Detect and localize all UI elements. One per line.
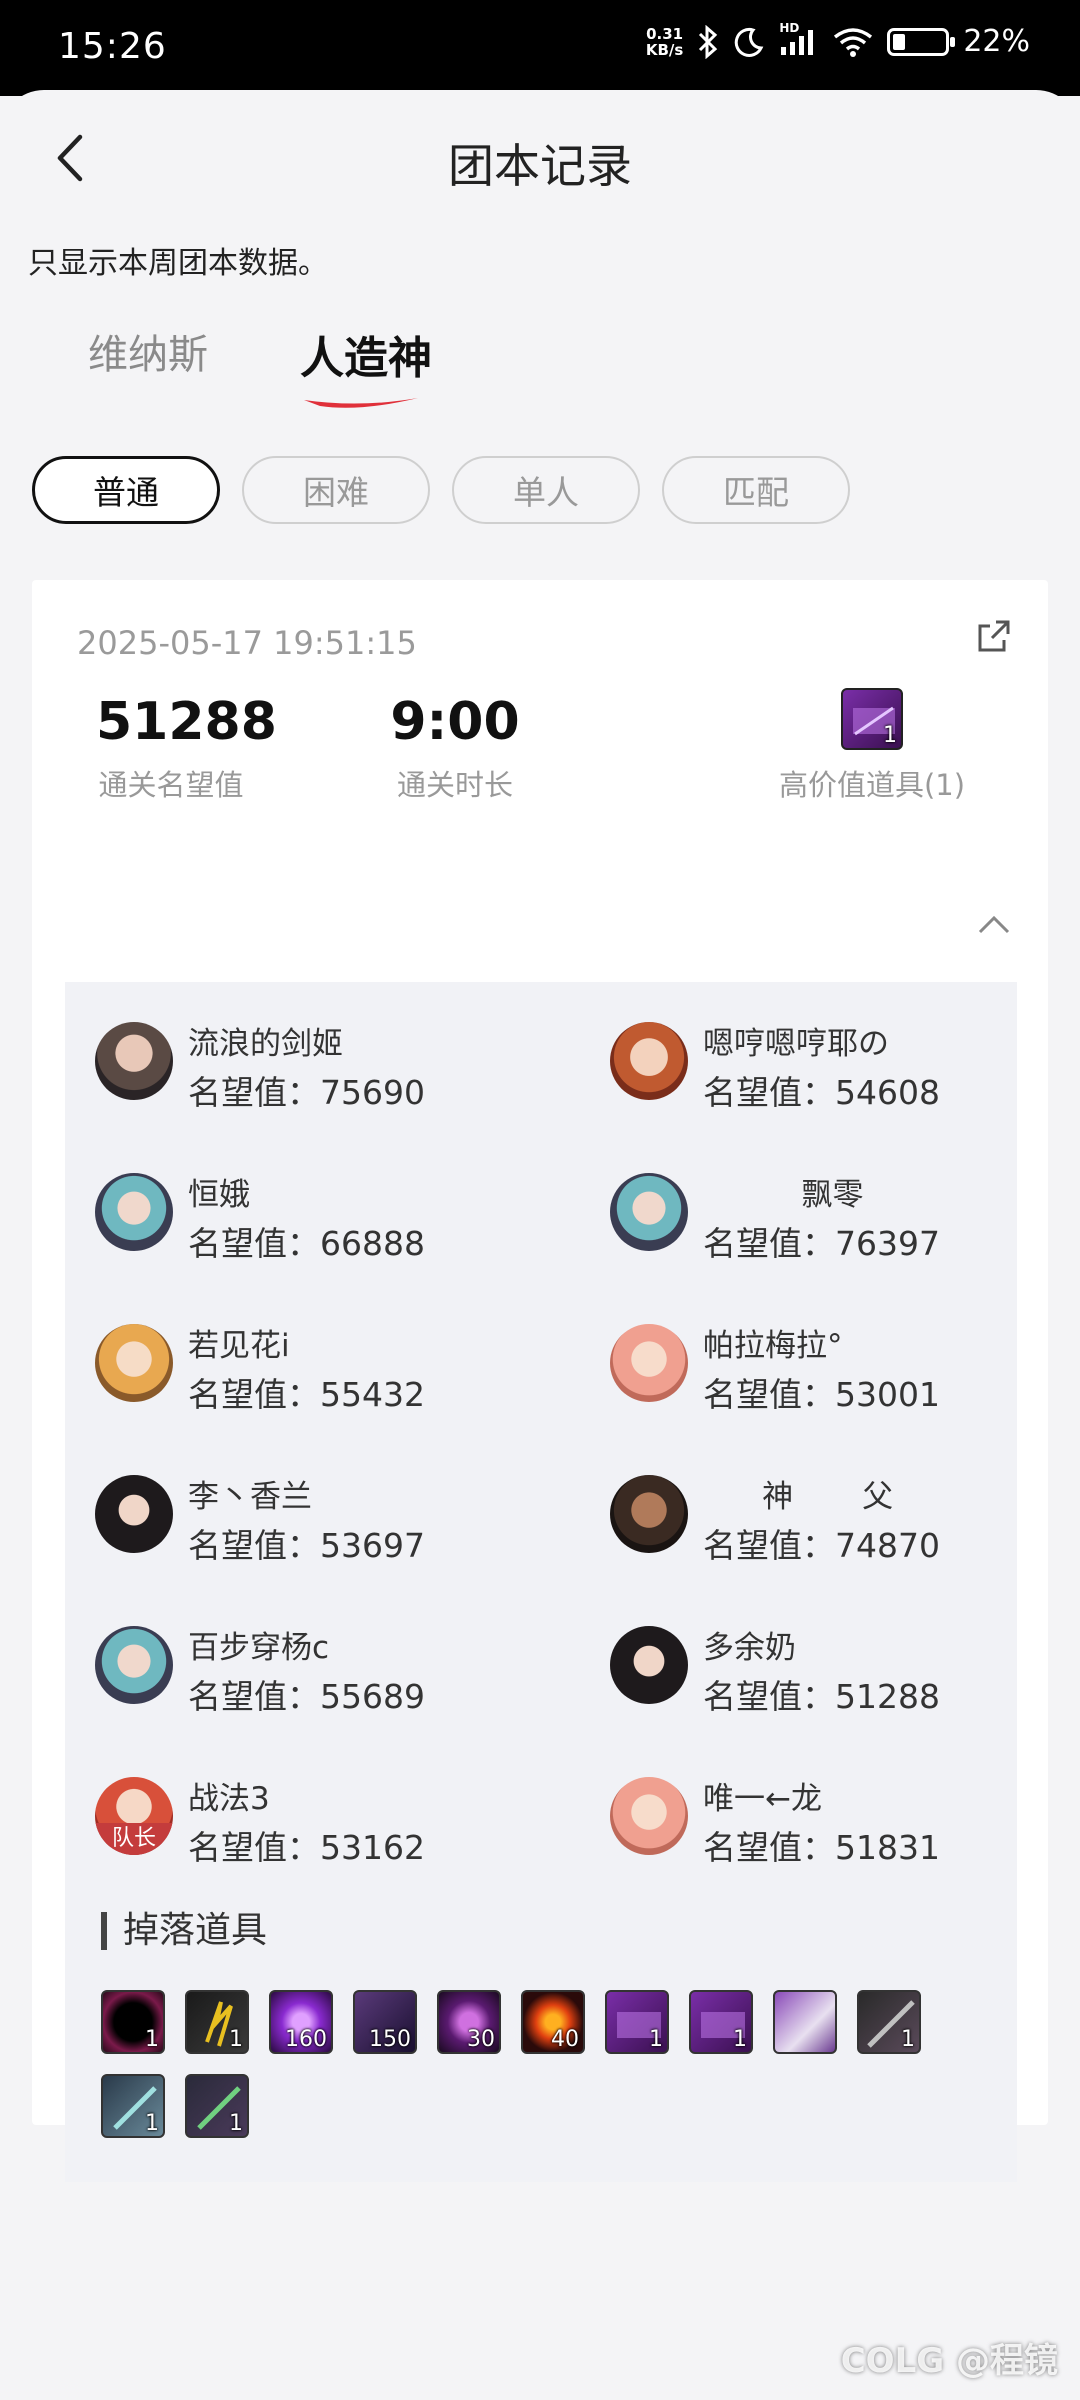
avatar	[610, 1324, 688, 1402]
raid-tabs: 维纳斯 人造神	[88, 322, 432, 408]
page-title: 团本记录	[448, 139, 632, 193]
avatar: 队长	[95, 1777, 173, 1855]
avatar	[95, 1626, 173, 1704]
page-sheet: 团本记录 只显示本周团本数据。 维纳斯 人造神 普通 困难 单人 匹配 2025…	[0, 90, 1080, 2400]
battery-percent: 22%	[963, 24, 1030, 59]
share-button[interactable]	[974, 616, 1014, 656]
avatar	[610, 1022, 688, 1100]
high-value-item-icon: 1	[841, 688, 903, 750]
wifi-icon	[833, 27, 873, 57]
tab-venus[interactable]: 维纳斯	[88, 322, 208, 386]
filter-match[interactable]: 匹配	[662, 456, 850, 524]
tab-artificial-god[interactable]: 人造神	[300, 322, 432, 408]
week-notice: 只显示本周团本数据。	[28, 246, 328, 281]
drop-item-icon[interactable]: 1	[857, 1990, 921, 2054]
drop-item-icon[interactable]: 150	[353, 1990, 417, 2054]
battery-icon	[887, 27, 956, 56]
avatar	[95, 1324, 173, 1402]
avatar	[95, 1022, 173, 1100]
leader-badge: 队长	[95, 1823, 173, 1855]
member-card[interactable]: 飘零 名望值：76397	[610, 1169, 1070, 1265]
drop-item-icon[interactable]	[773, 1990, 837, 2054]
watermark: COLG @程镜	[840, 2341, 1058, 2381]
avatar	[610, 1475, 688, 1553]
filter-solo[interactable]: 单人	[452, 456, 640, 524]
difficulty-filters: 普通 困难 单人 匹配	[32, 456, 850, 524]
active-tab-indicator	[304, 398, 418, 408]
drops-title: 掉落道具	[101, 1912, 267, 1950]
member-card[interactable]: 队长 战法3 名望值：53162	[95, 1773, 555, 1869]
stat-reputation: 51288 通关名望值	[96, 692, 277, 802]
drop-item-icon[interactable]: 40	[521, 1990, 585, 2054]
member-card[interactable]: 多余奶 名望值：51288	[610, 1622, 1070, 1718]
avatar	[610, 1777, 688, 1855]
status-icons: 0.31 KB/s HD 22%	[645, 21, 1030, 60]
record-datetime: 2025-05-17 19:51:15	[77, 624, 417, 662]
drop-items: 1 1 160 150 30 40 1 1 1 1 1	[101, 1990, 1001, 2138]
chevron-up-icon	[978, 915, 1010, 934]
avatar	[610, 1626, 688, 1704]
drop-item-icon[interactable]: 1	[185, 2074, 249, 2138]
moon-icon	[733, 26, 765, 58]
drop-item-icon[interactable]: 1	[689, 1990, 753, 2054]
member-card[interactable]: 帕拉梅拉° 名望值：53001	[610, 1320, 1070, 1416]
status-time: 15:26	[58, 26, 167, 67]
filter-normal[interactable]: 普通	[32, 456, 220, 524]
member-card[interactable]: 神 父 名望值：74870	[610, 1471, 1070, 1567]
member-card[interactable]: 若见花i 名望值：55432	[95, 1320, 555, 1416]
member-card[interactable]: 李丶香兰 名望值：53697	[95, 1471, 555, 1567]
drop-item-icon[interactable]: 1	[101, 1990, 165, 2054]
drop-item-icon[interactable]: 1	[101, 2074, 165, 2138]
member-card[interactable]: 百步穿杨c 名望值：55689	[95, 1622, 555, 1718]
avatar	[610, 1173, 688, 1251]
filter-hard[interactable]: 困难	[242, 456, 430, 524]
party-members-panel: 流浪的剑姬 名望值：75690 嗯哼嗯哼耶の 名望值：54608 恒娥 名望值：…	[65, 982, 1017, 2182]
member-card[interactable]: 流浪的剑姬 名望值：75690	[95, 1018, 555, 1114]
raid-record-card: 2025-05-17 19:51:15 51288 通关名望值 9:00 通关时…	[32, 580, 1048, 2182]
net-speed: 0.31 KB/s	[645, 24, 684, 59]
header: 团本记录	[0, 90, 1080, 230]
stat-duration: 9:00 通关时长	[390, 692, 520, 802]
member-card[interactable]: 唯一←龙 名望值：51831	[610, 1773, 1070, 1869]
signal-icon: HD	[779, 21, 819, 57]
bluetooth-icon	[697, 24, 719, 59]
avatar	[95, 1173, 173, 1251]
high-value-items[interactable]: 1 高价值道具(1)	[767, 688, 977, 804]
drop-item-icon[interactable]: 1	[605, 1990, 669, 2054]
member-card[interactable]: 恒娥 名望值：66888	[95, 1169, 555, 1265]
drop-item-icon[interactable]: 30	[437, 1990, 501, 2054]
drop-item-icon[interactable]: 1	[185, 1990, 249, 2054]
status-bar: 15:26 0.31 KB/s HD 22%	[0, 0, 1080, 96]
share-icon	[978, 620, 1010, 652]
collapse-button[interactable]	[976, 912, 1012, 938]
drop-item-icon[interactable]: 160	[269, 1990, 333, 2054]
member-card[interactable]: 嗯哼嗯哼耶の 名望值：54608	[610, 1018, 1070, 1114]
avatar	[95, 1475, 173, 1553]
